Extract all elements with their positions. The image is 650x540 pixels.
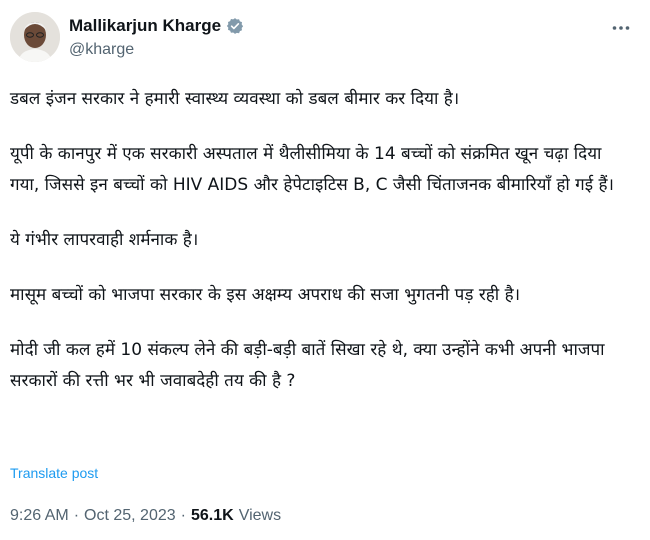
author-display-name[interactable]: Mallikarjun Kharge bbox=[69, 16, 221, 36]
post-text: डबल इंजन सरकार ने हमारी स्वास्थ्य व्यवस्… bbox=[10, 84, 635, 421]
post-paragraph-3: ये गंभीर लापरवाही शर्मनाक है। bbox=[10, 230, 199, 250]
post-date[interactable]: Oct 25, 2023 bbox=[84, 507, 176, 525]
meta-separator-2: · bbox=[180, 507, 186, 524]
verified-badge-svg bbox=[227, 18, 244, 34]
views-count: 56.1K bbox=[190, 507, 234, 524]
more-options-icon[interactable] bbox=[608, 18, 634, 38]
post-time[interactable]: 9:26 AM bbox=[10, 507, 69, 525]
author-names: Mallikarjun Kharge @kharge bbox=[69, 14, 244, 59]
post-paragraph-4: मासूम बच्चों को भाजपा सरकार के इस अक्षम्… bbox=[10, 285, 521, 305]
author-handle[interactable]: @kharge bbox=[69, 41, 244, 59]
post-paragraph-2: यूपी के कानपुर में एक सरकारी अस्पताल में… bbox=[10, 144, 614, 195]
post-paragraph-1: डबल इंजन सरकार ने हमारी स्वास्थ्य व्यवस्… bbox=[10, 89, 460, 109]
tweet-card: Mallikarjun Kharge @kharge डबल इंजन सरका… bbox=[0, 0, 650, 540]
post-paragraph-5: मोदी जी कल हमें 10 संकल्प लेने की बड़ी-ब… bbox=[10, 340, 605, 391]
avatar[interactable] bbox=[10, 12, 60, 62]
views-label: Views bbox=[238, 507, 282, 524]
meta-separator: · bbox=[73, 507, 80, 524]
display-name-row: Mallikarjun Kharge bbox=[69, 14, 244, 38]
avatar-image bbox=[10, 12, 60, 62]
tweet-header: Mallikarjun Kharge @kharge bbox=[10, 10, 640, 72]
verified-badge-icon bbox=[226, 17, 244, 35]
post-meta: 9:26 AM · Oct 25, 2023 · 56.1K Views bbox=[10, 507, 281, 525]
translate-post-link[interactable]: Translate post bbox=[10, 465, 98, 481]
more-dots-svg bbox=[612, 26, 630, 30]
